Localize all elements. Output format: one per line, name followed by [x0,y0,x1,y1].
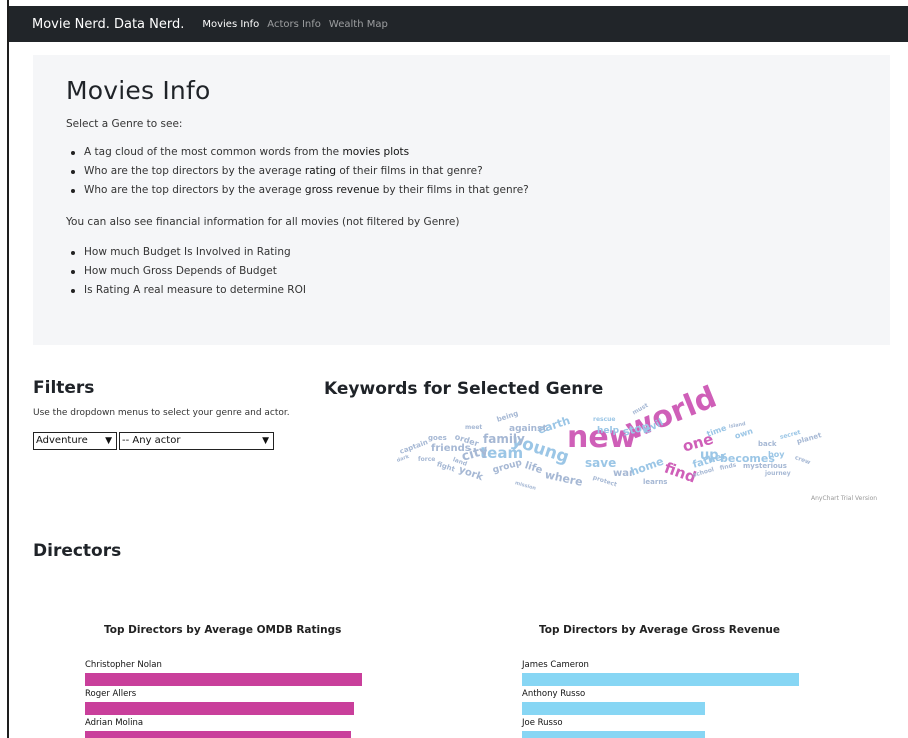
intro-text: Select a Genre to see: [66,118,183,130]
cloud-word: force [418,456,436,463]
actor-select-value: -- Any actor [122,435,181,446]
cloud-word: where [543,468,584,489]
nav-link-movies-info[interactable]: Movies Info [202,19,259,30]
cloud-word: being [495,409,520,424]
financial-features-list: How much Budget Is Involved in Rating Ho… [66,243,306,300]
bar-label: Joe Russo [522,718,563,728]
cloud-word: meet [465,424,483,431]
filters-heading: Filters [33,378,95,398]
bar [522,731,705,738]
cloud-word: against [509,424,547,434]
cloud-word: goes [428,434,447,442]
bar-label: Adrian Molina [85,718,144,728]
financial-intro-text: You can also see financial information f… [66,216,460,228]
filters-help-text: Use the dropdown menus to select your ge… [33,408,290,418]
intro-jumbotron: Movies Info Select a Genre to see: A tag… [33,55,890,345]
keyword-tag-cloud: new world young team family earth city save one f… [395,380,825,500]
nav-link-actors-info[interactable]: Actors Info [267,19,321,30]
page-title: Movies Info [66,76,211,105]
cloud-word: york [457,464,485,484]
bar-label: Anthony Russo [522,689,586,699]
genre-select-value: Adventure [36,435,88,446]
navbar: Movie Nerd. Data Nerd. Movies Info Actor… [9,6,908,42]
genre-select[interactable]: Adventure ▼ [33,432,117,450]
bar [85,731,351,738]
cloud-word: dark [395,453,411,464]
cloud-word: crew [793,454,812,467]
list-item: Who are the top directors by the average… [66,162,529,181]
bar-label: Roger Allers [85,689,137,699]
cloud-word: save [585,456,617,470]
bar [85,673,362,686]
directors-heading: Directors [33,541,122,561]
list-item: How much Gross Depends of Budget [66,262,306,281]
gross-chart-title: Top Directors by Average Gross Revenue [539,624,781,636]
chevron-down-icon: ▼ [105,436,112,446]
cloud-word: boy [768,450,785,459]
bar-label: James Cameron [522,660,589,670]
keywords-heading: Keywords for Selected Genre [324,379,604,399]
cloud-word: life [523,460,544,477]
list-item: A tag cloud of the most common words fro… [66,143,529,162]
cloud-word: learns [643,478,668,486]
bar [85,702,354,715]
genre-features-list: A tag cloud of the most common words fro… [66,143,529,200]
cloud-word: help [597,426,620,436]
nav-link-wealth-map[interactable]: Wealth Map [329,19,388,30]
list-item: Is Rating A real measure to determine RO… [66,281,306,300]
cloud-word: captain [398,438,429,456]
actor-select[interactable]: -- Any actor ▼ [119,432,274,450]
cloud-word: time [705,423,728,439]
bar [522,673,799,686]
cloud-word: back [758,440,777,448]
ratings-chart-title: Top Directors by Average OMDB Ratings [104,624,342,636]
navbar-brand[interactable]: Movie Nerd. Data Nerd. [32,17,184,32]
anychart-trial-note: AnyChart Trial Version [811,495,878,502]
window-frame-left [7,0,9,738]
list-item: Who are the top directors by the average… [66,181,529,200]
cloud-word: journey [765,470,791,477]
cloud-word: mission [514,480,537,492]
bar [522,702,705,715]
chevron-down-icon: ▼ [262,436,269,446]
cloud-word: home [628,454,666,479]
cloud-word: family [483,432,525,446]
bar-label: Christopher Nolan [85,660,162,670]
cloud-word: mysterious [743,462,787,470]
cloud-word: rescue [593,416,616,423]
list-item: How much Budget Is Involved in Rating [66,243,306,262]
